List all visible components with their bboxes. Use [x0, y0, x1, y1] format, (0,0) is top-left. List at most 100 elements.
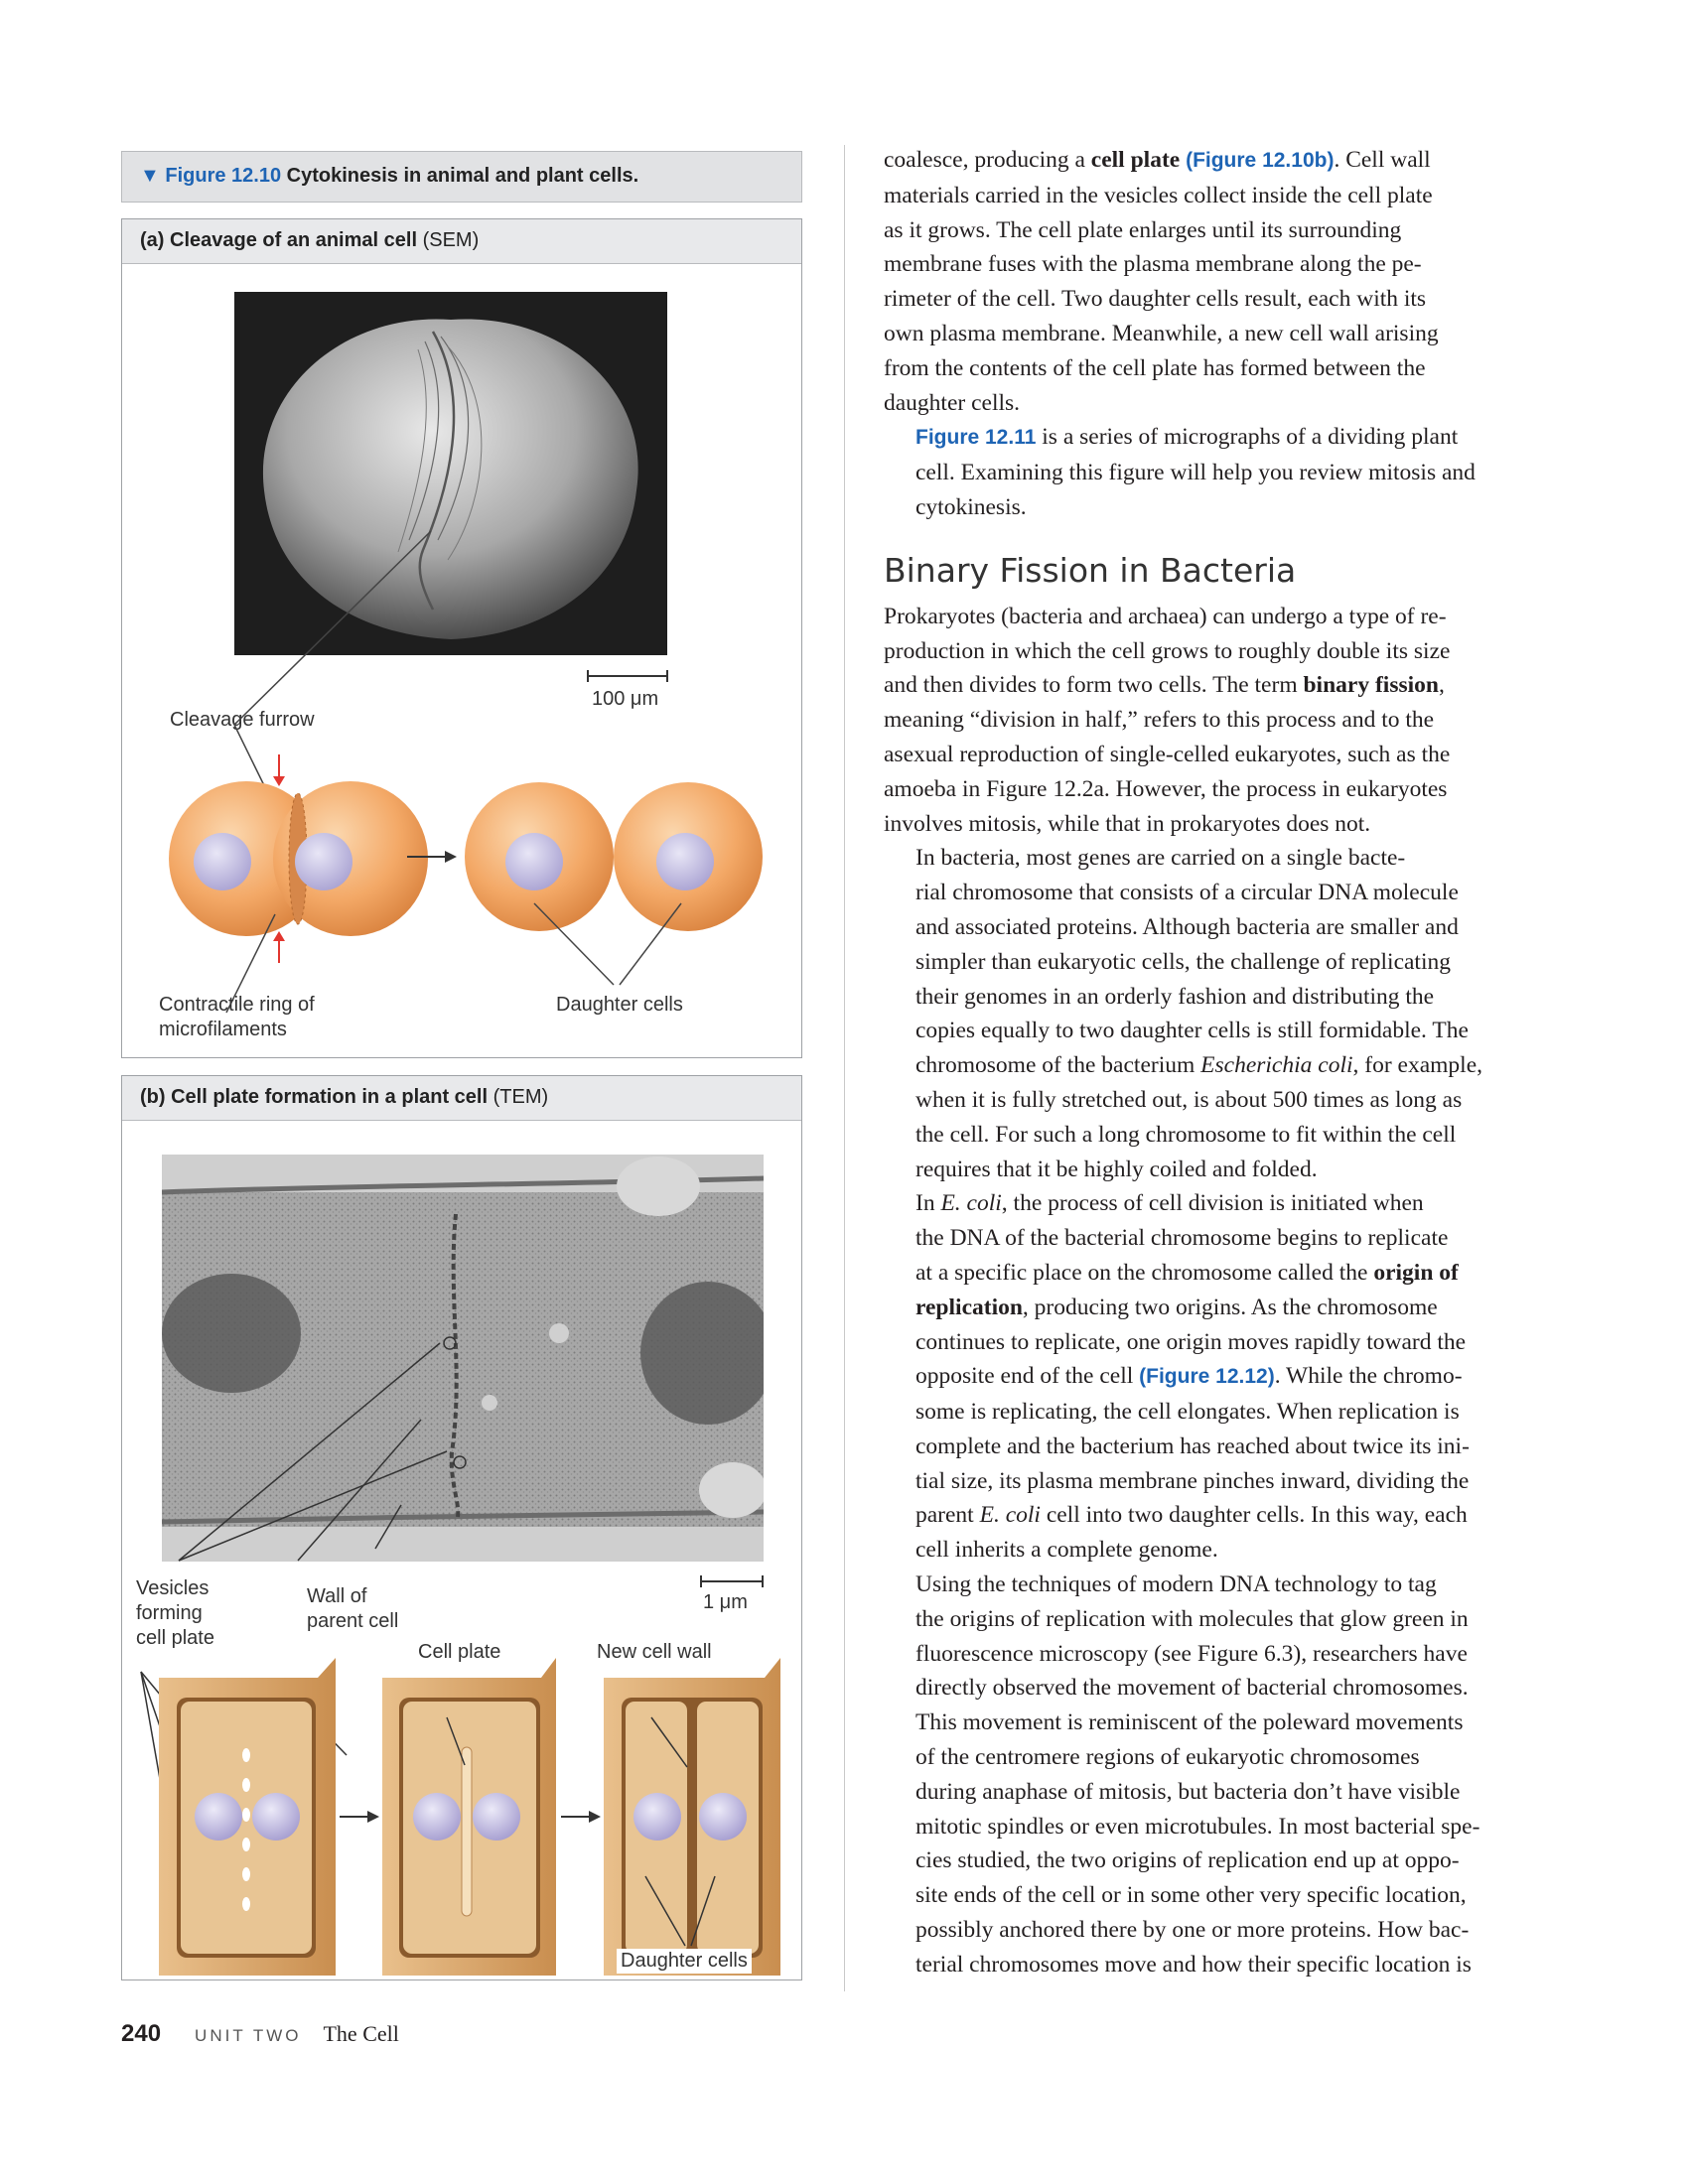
label-vesicles-line2: forming — [136, 1602, 203, 1624]
text-line: production in which the cell grows to ro… — [884, 637, 1451, 664]
text-line: fluorescence microscopy (see Figure 6.3)… — [915, 1640, 1468, 1667]
right-arrow-icon — [340, 1811, 379, 1823]
red-arrow-icon — [273, 931, 285, 963]
text-line: Prokaryotes (bacteria and archaea) can u… — [884, 603, 1447, 629]
text-line: rial chromosome that consists of a circu… — [915, 880, 1459, 906]
figure-reference-link[interactable]: Figure 12.11 — [915, 426, 1036, 449]
text-line: opposite end of the cell (Figure 12.12).… — [915, 1363, 1463, 1390]
label-contractile-ring-line1: Contractile ring of — [159, 994, 315, 1016]
triangle-down-icon: ▼ — [140, 165, 160, 187]
unit-label: UNIT TWO — [195, 2026, 302, 2045]
text-line: daughter cells. — [884, 389, 1021, 416]
page-footer: 240 UNIT TWO The Cell — [121, 2020, 399, 2048]
text-line: site ends of the cell or in some other v… — [915, 1882, 1467, 1909]
text-line: In E. coli, the process of cell division… — [915, 1190, 1424, 1217]
label-vesicles: Vesicles forming cell plate — [136, 1576, 214, 1651]
label-contractile-ring-line2: microfilaments — [159, 1019, 287, 1040]
paragraph: Using the techniques of modern DNA techn… — [884, 1568, 1569, 1982]
figure-number: Figure 12.10 — [165, 165, 282, 187]
panel-a-title: (a) Cleavage of an animal cell — [140, 229, 417, 251]
plant-cell-stage-3 — [604, 1658, 780, 1976]
text-line: involves mitosis, while that in prokaryo… — [884, 810, 1371, 837]
figure-title: Cytokinesis in animal and plant cells. — [286, 165, 639, 187]
tem-leader-lines — [178, 1342, 448, 1562]
text-line: when it is fully stretched out, is about… — [915, 1086, 1463, 1113]
text-line: the origins of replication with molecule… — [915, 1605, 1469, 1632]
scale-bar-b — [700, 1575, 764, 1587]
column-divider — [844, 145, 845, 1991]
text-line: cytokinesis. — [915, 493, 1027, 520]
panel-a-method: (SEM) — [422, 229, 480, 251]
figure-header: ▼ Figure 12.10 Cytokinesis in animal and… — [121, 151, 802, 203]
bold-term: cell plate — [1090, 147, 1181, 173]
label-wall-line2: parent cell — [307, 1610, 399, 1632]
text-line: during anaphase of mitosis, but bacteria… — [915, 1778, 1461, 1805]
text-line: directly observed the movement of bacter… — [915, 1675, 1469, 1702]
label-contractile-ring: Contractile ring of microfilaments — [159, 993, 315, 1042]
text-line: from the contents of the cell plate has … — [884, 354, 1426, 381]
italic-term: Escherichia coli — [1200, 1052, 1353, 1079]
text-line: tial size, its plasma membrane pinches i… — [915, 1467, 1470, 1494]
text-line: cies studied, the two origins of replica… — [915, 1847, 1460, 1874]
body-text: coalesce, producing a cell plate (Figure… — [884, 143, 1569, 1982]
text-line: membrane fuses with the plasma membrane … — [884, 251, 1422, 278]
label-wall-line1: Wall of — [307, 1585, 367, 1607]
text-line: asexual reproduction of single-celled eu… — [884, 741, 1451, 767]
paragraph: Figure 12.11 is a series of micrographs … — [884, 420, 1569, 524]
daughter-cell — [614, 782, 763, 931]
text-line: as it grows. The cell plate enlarges unt… — [884, 216, 1402, 243]
text-line: and associated proteins. Although bacter… — [915, 913, 1459, 940]
right-arrow-icon — [561, 1811, 601, 1823]
label-vesicles-line1: Vesicles — [136, 1577, 210, 1599]
bold-term: binary fission — [1303, 672, 1439, 699]
section-heading: Binary Fission in Bacteria — [884, 550, 1297, 590]
scale-bar-b-label: 1 μm — [703, 1591, 748, 1613]
text-line: This movement is reminiscent of the pole… — [915, 1709, 1464, 1736]
figure-reference-link[interactable]: (Figure 12.12) — [1139, 1365, 1275, 1388]
italic-term: E. coli — [940, 1190, 1002, 1217]
text-line: cell inherits a complete genome. — [915, 1537, 1218, 1564]
text-line: parent E. coli cell into two daughter ce… — [915, 1502, 1468, 1529]
text-line: copies equally to two daughter cells is … — [915, 1018, 1469, 1044]
text-line: coalesce, producing a cell plate (Figure… — [884, 147, 1431, 173]
text-line: possibly anchored there by one or more p… — [915, 1917, 1470, 1944]
text-line: cell. Examining this figure will help yo… — [915, 460, 1476, 486]
text-line: their genomes in an orderly fashion and … — [915, 983, 1435, 1010]
text-line: at a specific place on the chromosome ca… — [915, 1259, 1459, 1286]
paragraph: coalesce, producing a cell plate (Figure… — [884, 143, 1569, 420]
figure-reference-link[interactable]: (Figure 12.10b) — [1186, 149, 1334, 172]
text-line: complete and the bacterium has reached a… — [915, 1433, 1470, 1459]
bold-term: origin of — [1373, 1259, 1459, 1286]
text-line: materials carried in the vesicles collec… — [884, 182, 1433, 208]
text-line: requires that it be highly coiled and fo… — [915, 1156, 1318, 1182]
paragraph: In E. coli, the process of cell division… — [884, 1186, 1569, 1568]
text-line: simpler than eukaryotic cells, the chall… — [915, 948, 1451, 975]
dividing-animal-cell — [169, 781, 428, 936]
text-line: the cell. For such a long chromosome to … — [915, 1121, 1457, 1148]
red-arrow-icon — [273, 754, 285, 786]
panel-a-header: (a) Cleavage of an animal cell (SEM) — [122, 219, 801, 264]
text-line: Using the techniques of modern DNA techn… — [915, 1571, 1437, 1598]
text-line: continues to replicate, one origin moves… — [915, 1328, 1467, 1355]
label-daughter-cells-a: Daughter cells — [556, 994, 683, 1016]
text-line: In bacteria, most genes are carried on a… — [915, 845, 1406, 872]
plant-cell-stage-2 — [382, 1658, 556, 1976]
label-wall-parent-cell: Wall of parent cell — [307, 1584, 398, 1634]
paragraph: Prokaryotes (bacteria and archaea) can u… — [884, 600, 1569, 842]
text-line: some is replicating, the cell elongates.… — [915, 1399, 1460, 1426]
text-line: terial chromosomes move and how their sp… — [915, 1951, 1472, 1978]
text-line: amoeba in Figure 12.2a. However, the pro… — [884, 775, 1448, 802]
text-line: mitotic spindles or even microtubules. I… — [915, 1813, 1480, 1840]
page-number: 240 — [121, 2020, 162, 2047]
plant-cell-diagram — [140, 1658, 780, 1976]
text-line: Figure 12.11 is a series of micrographs … — [915, 424, 1459, 451]
text-line: and then divides to form two cells. The … — [884, 672, 1445, 699]
bold-term: replication — [915, 1294, 1023, 1320]
text-line: the DNA of the bacterial chromosome begi… — [915, 1225, 1449, 1252]
paragraph: In bacteria, most genes are carried on a… — [884, 841, 1569, 1186]
italic-term: E. coli — [979, 1502, 1041, 1529]
label-daughter-cells-b: Daughter cells — [617, 1949, 752, 1974]
text-line: meaning “division in half,” refers to th… — [884, 707, 1435, 734]
animal-cell-diagram — [169, 530, 763, 1014]
unit-title: The Cell — [323, 2021, 399, 2046]
